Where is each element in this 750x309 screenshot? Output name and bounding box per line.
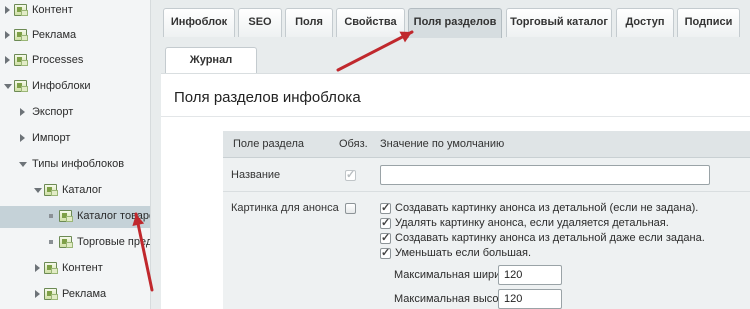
table-row: Картинка для анонса Создавать картинку а… [223, 193, 750, 309]
expand-arrow-icon[interactable] [5, 31, 10, 39]
folder-icon [59, 210, 73, 222]
sidebar-item-content-type[interactable]: Контент [0, 258, 150, 280]
divider [161, 116, 750, 117]
expand-arrow-icon[interactable] [20, 108, 25, 116]
expand-arrow-icon[interactable] [20, 134, 25, 142]
expand-arrow-icon[interactable] [35, 290, 40, 298]
sidebar-item-label: Реклама [32, 29, 77, 41]
folder-icon [14, 80, 28, 92]
bullet-icon [49, 240, 53, 244]
tab-trade-catalog[interactable]: Торговый каталог [506, 8, 612, 37]
max-height-input[interactable] [498, 289, 562, 309]
option-create-even-if-set-checkbox[interactable] [380, 231, 391, 244]
tab-infoblock[interactable]: Инфоблок [163, 8, 235, 37]
tab-properties[interactable]: Свойства [336, 8, 405, 37]
sidebar-item-ads-type[interactable]: Реклама [0, 284, 150, 306]
sidebar-item-label: Реклама [62, 288, 107, 300]
option-delete-with-detail-checkbox[interactable] [380, 216, 391, 229]
tab-access[interactable]: Доступ [616, 8, 674, 37]
sidebar-item-product-catalog[interactable]: Каталог товаров [0, 206, 150, 228]
sidebar-item-trade-offers[interactable]: Торговые предл [0, 232, 151, 254]
required-checkbox[interactable] [345, 203, 356, 214]
sidebar-item-label: Каталог товаров [77, 210, 150, 222]
table-row: Название [223, 159, 750, 192]
sidebar-item-label: Каталог [62, 184, 102, 196]
option-create-from-detail-checkbox[interactable] [380, 201, 391, 214]
expand-arrow-icon[interactable] [35, 264, 40, 272]
column-header-default: Значение по умолчанию [380, 138, 505, 150]
tab-fields[interactable]: Поля [285, 8, 333, 37]
required-checkbox [345, 168, 356, 181]
tab-seo[interactable]: SEO [238, 8, 282, 37]
folder-icon [44, 262, 58, 274]
max-width-input[interactable] [498, 265, 562, 285]
max-height-label: Максимальная высота: [394, 293, 513, 305]
option-label: Создавать картинку анонса из детальной д… [395, 232, 705, 244]
folder-icon [14, 54, 28, 66]
expand-arrow-icon[interactable] [5, 6, 10, 14]
sidebar-item-processes[interactable]: Processes [0, 50, 150, 72]
expand-arrow-icon[interactable] [5, 56, 10, 64]
bullet-icon [49, 214, 53, 218]
column-header-required: Обяз. [339, 138, 368, 150]
table-header: Поле раздела Обяз. Значение по умолчанию [223, 131, 750, 158]
tab-captions[interactable]: Подписи [677, 8, 740, 37]
sidebar-item-label: Импорт [32, 132, 71, 144]
default-name-input[interactable] [380, 165, 710, 185]
folder-icon [44, 184, 58, 196]
field-name-label: Название [231, 169, 281, 181]
sidebar-item-label: Контент [62, 262, 103, 274]
folder-icon [59, 236, 73, 248]
folder-icon [14, 29, 28, 41]
sidebar-item-export[interactable]: Экспорт [0, 102, 150, 124]
sidebar-item-catalog[interactable]: Каталог [0, 180, 150, 202]
sidebar-item-label: Инфоблоки [32, 80, 91, 92]
collapse-arrow-icon[interactable] [4, 84, 12, 89]
sidebar-item-label: Типы инфоблоков [32, 158, 125, 170]
sidebar-item-ads[interactable]: Реклама [0, 25, 150, 47]
option-resize-if-large-checkbox[interactable] [380, 246, 391, 259]
sidebar-item-import[interactable]: Импорт [0, 128, 150, 150]
main-panel: Инфоблок SEO Поля Свойства Поля разделов… [151, 0, 750, 309]
sidebar-item-label: Торговые предл [77, 236, 151, 248]
collapse-arrow-icon[interactable] [34, 188, 42, 193]
folder-icon [44, 288, 58, 300]
page-title: Поля разделов инфоблока [174, 89, 361, 106]
sidebar-tree: Контент Реклама Processes Инфоблоки Эксп… [0, 0, 151, 309]
option-label: Создавать картинку анонса из детальной (… [395, 202, 699, 214]
tab-section-fields[interactable]: Поля разделов [408, 8, 502, 38]
sidebar-item-label: Экспорт [32, 106, 74, 118]
sidebar-item-iblock-types[interactable]: Типы инфоблоков [0, 154, 150, 176]
sidebar-item-infoblocks[interactable]: Инфоблоки [0, 76, 150, 98]
sidebar-item-label: Контент [32, 4, 73, 16]
tab-event-log[interactable]: Журнал событий [165, 47, 257, 90]
content-area: Поля разделов инфоблока Поле раздела Обя… [161, 73, 750, 309]
field-preview-label: Картинка для анонса [231, 202, 339, 214]
section-fields-table: Поле раздела Обяз. Значение по умолчанию… [223, 131, 750, 309]
sidebar-item-label: Processes [32, 54, 84, 66]
collapse-arrow-icon[interactable] [19, 162, 27, 167]
column-header-field: Поле раздела [233, 138, 304, 150]
sidebar-item-content[interactable]: Контент [0, 0, 150, 22]
option-label: Уменьшать если большая. [395, 247, 532, 259]
folder-icon [14, 4, 28, 16]
option-label: Удалять картинку анонса, если удаляется … [395, 217, 669, 229]
